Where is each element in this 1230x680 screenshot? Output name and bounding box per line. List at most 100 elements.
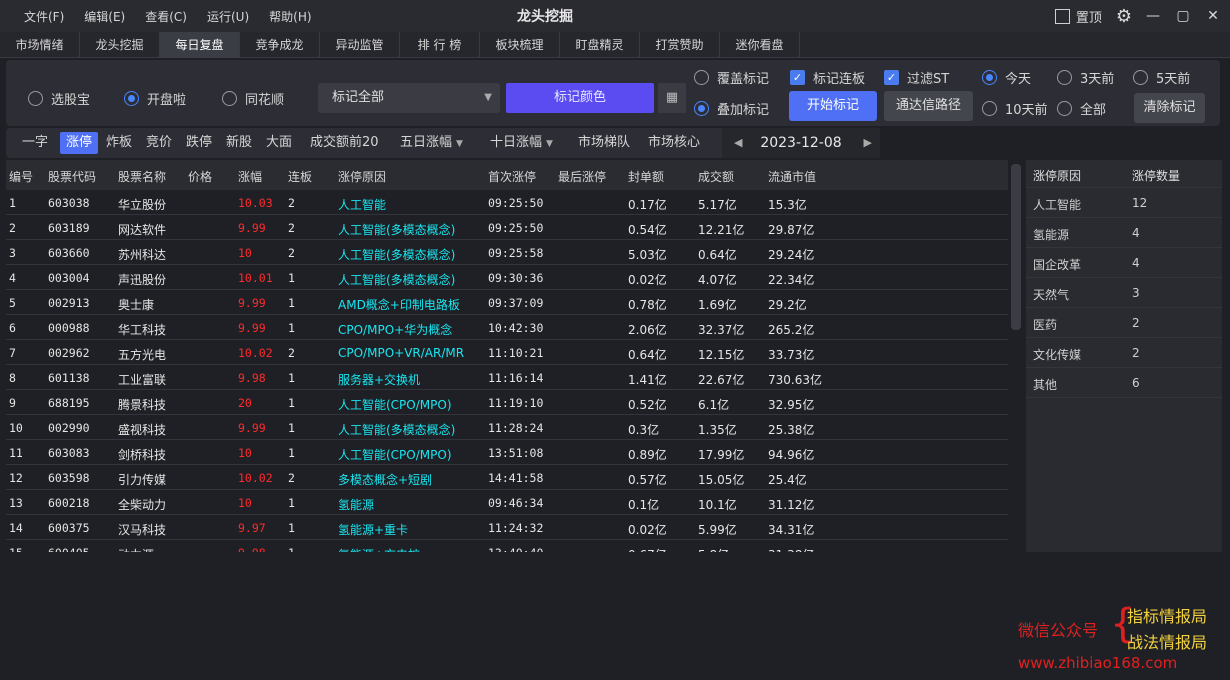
filter-5day[interactable]: 五日涨幅 ▼: [394, 132, 469, 154]
table-row[interactable]: 14 600375 汉马科技 9.97 1 氢能源+重卡 11:24:32 0.02亿 5.99…: [6, 515, 1008, 540]
table-row[interactable]: 1 603038 华立股份 10.03 2 人工智能 09:25:50 0.17亿 5.17亿 1…: [6, 190, 1008, 215]
summary-row[interactable]: 其他 6: [1026, 368, 1222, 398]
column-header[interactable]: 涨幅: [238, 168, 262, 185]
summary-column-header[interactable]: 涨停原因: [1033, 167, 1081, 184]
radio-3days[interactable]: 3天前: [1057, 68, 1114, 87]
tab-donate[interactable]: 打赏赞助: [640, 32, 720, 58]
table-cell: 0.78亿: [628, 298, 667, 312]
summary-row[interactable]: 国企改革 4: [1026, 248, 1222, 278]
radio-tonghuashun[interactable]: 同花顺: [222, 89, 284, 108]
tab-watcher[interactable]: 盯盘精灵: [560, 32, 640, 58]
date-picker[interactable]: ◀ 2023-12-08 ▶: [722, 128, 880, 158]
clear-mark-button[interactable]: 清除标记: [1134, 93, 1205, 123]
tab-competition[interactable]: 竞争成龙: [240, 32, 320, 58]
table-row[interactable]: 7 002962 五方光电 10.02 2 CPO/MPO+VR/AR/MR 11:10:2…: [6, 340, 1008, 365]
filter-xingu[interactable]: 新股: [220, 132, 258, 154]
column-header[interactable]: 股票名称: [118, 168, 166, 185]
table-cell: 0.57亿: [628, 473, 667, 487]
table-scrollbar[interactable]: [1011, 164, 1021, 330]
filter-top20[interactable]: 成交额前20: [304, 132, 385, 154]
radio-kaipanla[interactable]: 开盘啦: [124, 89, 186, 108]
summary-row[interactable]: 天然气 3: [1026, 278, 1222, 308]
tab-sectors[interactable]: 板块梳理: [480, 32, 560, 58]
table-row[interactable]: 15 600405 动力源 9.98 1 氢能源+充电桩 13:40:40 0.67亿 5.8亿…: [6, 540, 1008, 552]
tab-leader-mining[interactable]: 龙头挖掘: [80, 32, 160, 58]
radio-label: 今天: [1005, 72, 1032, 87]
column-header[interactable]: 成交额: [698, 168, 734, 185]
tdx-path-button[interactable]: 通达信路径: [884, 91, 973, 121]
table-row[interactable]: 8 601138 工业富联 9.98 1 服务器+交换机 11:16:14 1.41亿 22.6…: [6, 365, 1008, 390]
radio-stack-mark[interactable]: 叠加标记: [694, 99, 769, 118]
table-row[interactable]: 13 600218 全柴动力 10 1 氢能源 09:46:34 0.1亿 10.1亿 31.12…: [6, 490, 1008, 515]
radio-today[interactable]: 今天: [982, 68, 1031, 87]
calendar-icon[interactable]: ▦: [658, 83, 686, 113]
radio-all[interactable]: 全部: [1057, 99, 1106, 118]
radio-xuangubao[interactable]: 选股宝: [28, 89, 90, 108]
table-cell: 10.02: [238, 471, 273, 485]
table-cell: 13:40:40: [488, 546, 543, 552]
table-cell: 730.63亿: [768, 373, 822, 387]
table-row[interactable]: 10 002990 盛视科技 9.99 1 人工智能(多模态概念) 11:28:24 0.3亿…: [6, 415, 1008, 440]
filter-jingjia[interactable]: 竞价: [140, 132, 178, 154]
table-row[interactable]: 2 603189 网达软件 9.99 2 人工智能(多模态概念) 09:25:50 0.54亿…: [6, 215, 1008, 240]
column-header[interactable]: 股票代码: [48, 168, 96, 185]
minimize-icon[interactable]: —: [1140, 8, 1166, 24]
column-header[interactable]: 最后涨停: [558, 168, 606, 185]
mark-select[interactable]: 标记全部 ▼: [318, 83, 500, 113]
table-row[interactable]: 12 603598 引力传媒 10.02 2 多模态概念+短剧 14:41:58 0.57亿 1…: [6, 465, 1008, 490]
filter-yizi[interactable]: 一字: [16, 132, 54, 154]
limit-up-table: 编号 股票代码 股票名称 价格 涨幅 连板 涨停原因 首次涨停 最后涨停 封单额 成交额 流通市值 1…: [6, 160, 1008, 552]
radio-overwrite-mark[interactable]: 覆盖标记: [694, 68, 769, 87]
chevron-left-icon[interactable]: ◀: [734, 128, 742, 158]
column-header[interactable]: 涨停原因: [338, 168, 386, 185]
filter-core[interactable]: 市场核心: [642, 132, 706, 154]
chevron-right-icon[interactable]: ▶: [864, 128, 872, 158]
column-header[interactable]: 封单额: [628, 168, 664, 185]
pin-checkbox[interactable]: [1054, 8, 1070, 24]
table-cell: 10: [238, 496, 252, 510]
table-cell: 2: [9, 221, 16, 235]
summary-row[interactable]: 医药 2: [1026, 308, 1222, 338]
table-row[interactable]: 11 603083 剑桥科技 10 1 人工智能(CPO/MPO) 13:51:08 0.89…: [6, 440, 1008, 465]
table-row[interactable]: 5 002913 奥士康 9.99 1 AMD概念+印制电路板 09:37:09 0.78亿 1…: [6, 290, 1008, 315]
table-cell: 32.95亿: [768, 398, 815, 412]
table-row[interactable]: 6 000988 华工科技 9.99 1 CPO/MPO+华为概念 10:42:30 2.06…: [6, 315, 1008, 340]
mark-color-button[interactable]: 标记颜色: [506, 83, 654, 113]
table-cell: 603038: [48, 196, 90, 210]
table-cell: 人工智能(多模态概念): [338, 273, 456, 287]
radio-10days[interactable]: 10天前: [982, 99, 1048, 118]
column-header[interactable]: 价格: [188, 168, 212, 185]
filter-dieting[interactable]: 跌停: [180, 132, 218, 154]
maximize-icon[interactable]: ▢: [1170, 8, 1196, 24]
tab-ranking[interactable]: 排 行 榜: [400, 32, 480, 58]
gear-icon[interactable]: ⚙: [1116, 6, 1132, 27]
filter-zhangting[interactable]: 涨停: [60, 132, 99, 154]
column-header[interactable]: 连板: [288, 168, 312, 185]
tab-anomaly[interactable]: 异动监管: [320, 32, 400, 58]
close-icon[interactable]: ✕: [1200, 8, 1226, 24]
filter-10day[interactable]: 十日涨幅 ▼: [484, 132, 559, 154]
column-header[interactable]: 首次涨停: [488, 168, 536, 185]
table-cell: 603660: [48, 246, 90, 260]
filter-damian[interactable]: 大面: [260, 132, 298, 154]
summary-cell: 2: [1132, 316, 1140, 330]
radio-5days[interactable]: 5天前: [1133, 68, 1190, 87]
table-row[interactable]: 9 688195 腾景科技 20 1 人工智能(CPO/MPO) 11:19:10 0.52亿…: [6, 390, 1008, 415]
column-header[interactable]: 编号: [9, 168, 33, 185]
tab-daily-review[interactable]: 每日复盘: [160, 32, 240, 58]
summary-row[interactable]: 文化传媒 2: [1026, 338, 1222, 368]
column-header[interactable]: 流通市值: [768, 168, 816, 185]
checkbox-filter-st[interactable]: ✓ 过滤ST: [884, 68, 949, 87]
summary-row[interactable]: 人工智能 12: [1026, 188, 1222, 218]
checkbox-mark-lianban[interactable]: ✓ 标记连板: [790, 68, 865, 87]
table-row[interactable]: 3 603660 苏州科达 10 2 人工智能(多模态概念) 09:25:58 5.03亿 0.…: [6, 240, 1008, 265]
tab-market-sentiment[interactable]: 市场情绪: [0, 32, 80, 58]
tab-mini[interactable]: 迷你看盘: [720, 32, 800, 58]
summary-column-header[interactable]: 涨停数量: [1132, 167, 1180, 184]
table-row[interactable]: 4 003004 声迅股份 10.01 1 人工智能(多模态概念) 09:30:36 0.02…: [6, 265, 1008, 290]
watermark-wechat: 微信公众号: [1018, 621, 1099, 640]
filter-zhaban[interactable]: 炸板: [100, 132, 138, 154]
filter-ladder[interactable]: 市场梯队: [572, 132, 636, 154]
start-mark-button[interactable]: 开始标记: [789, 91, 877, 121]
summary-row[interactable]: 氢能源 4: [1026, 218, 1222, 248]
